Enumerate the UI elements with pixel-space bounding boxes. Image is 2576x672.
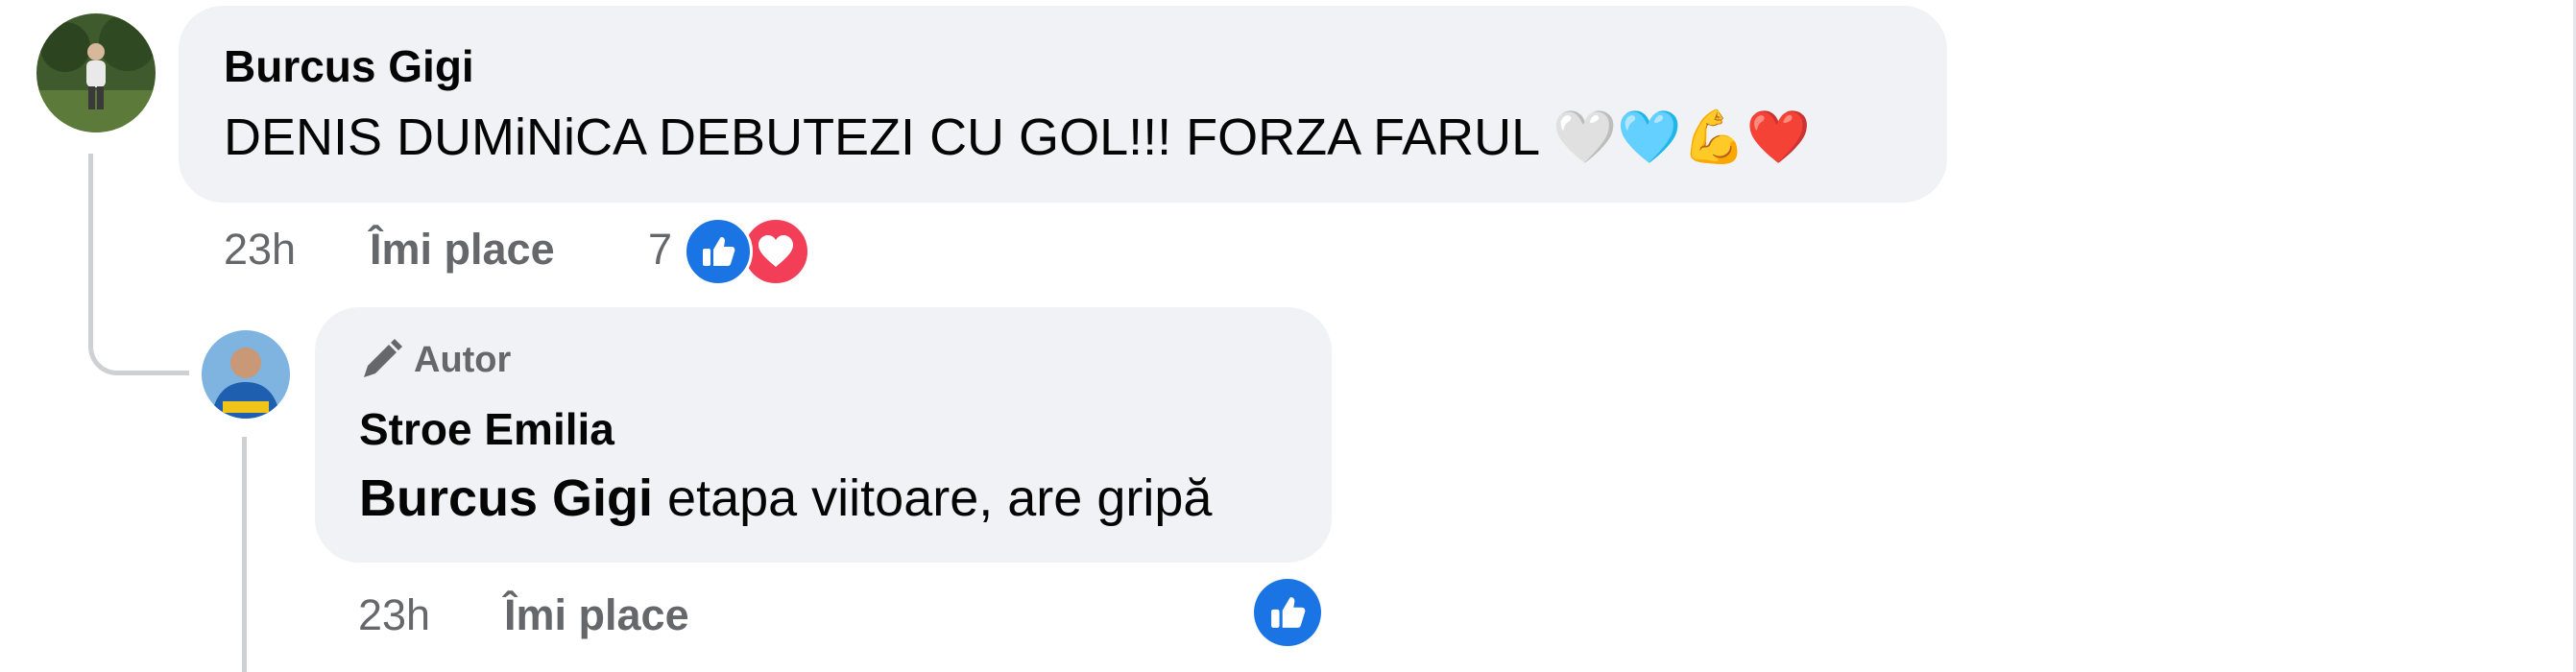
reply-body: etapa viitoare, are gripă (653, 469, 1213, 527)
author-badge-label: Autor (414, 339, 512, 380)
reply-like-icon[interactable] (1254, 579, 1321, 646)
reply-mention[interactable]: Burcus Gigi (359, 469, 653, 527)
avatar-photo (202, 330, 290, 419)
comment-text: DENIS DUMiNiCA DEBUTEZI CU GOL!!! FORZA … (224, 111, 1811, 163)
comment-like-button[interactable]: Îmi place (370, 228, 555, 271)
pencil-icon (358, 337, 404, 383)
reply-timestamp[interactable]: 23h (358, 593, 430, 636)
comment-reactions[interactable] (684, 215, 814, 286)
author-badge: Autor (358, 334, 511, 386)
thread-connector-line (88, 154, 189, 375)
comment-timestamp[interactable]: 23h (224, 228, 296, 271)
reply-text: Burcus Gigi etapa viitoare, are gripă (359, 472, 1212, 524)
reply-thread-line (242, 437, 247, 672)
comment-emojis: 🤍🩵💪❤️ (1553, 108, 1812, 166)
thumbs-up-icon (1271, 597, 1306, 628)
reply-like-button[interactable]: Îmi place (504, 593, 689, 636)
like-icon (684, 217, 753, 286)
avatar-burcus-gigi[interactable] (36, 13, 156, 132)
comment-body: DENIS DUMiNiCA DEBUTEZI CU GOL!!! FORZA … (224, 108, 1539, 166)
comment-reaction-count[interactable]: 7 (648, 228, 672, 271)
avatar-photo (36, 13, 156, 132)
reply-author[interactable]: Stroe Emilia (359, 407, 614, 451)
comment-author[interactable]: Burcus Gigi (224, 44, 474, 88)
comment-bubble (179, 6, 1947, 203)
avatar-stroe-emilia[interactable] (202, 330, 290, 419)
